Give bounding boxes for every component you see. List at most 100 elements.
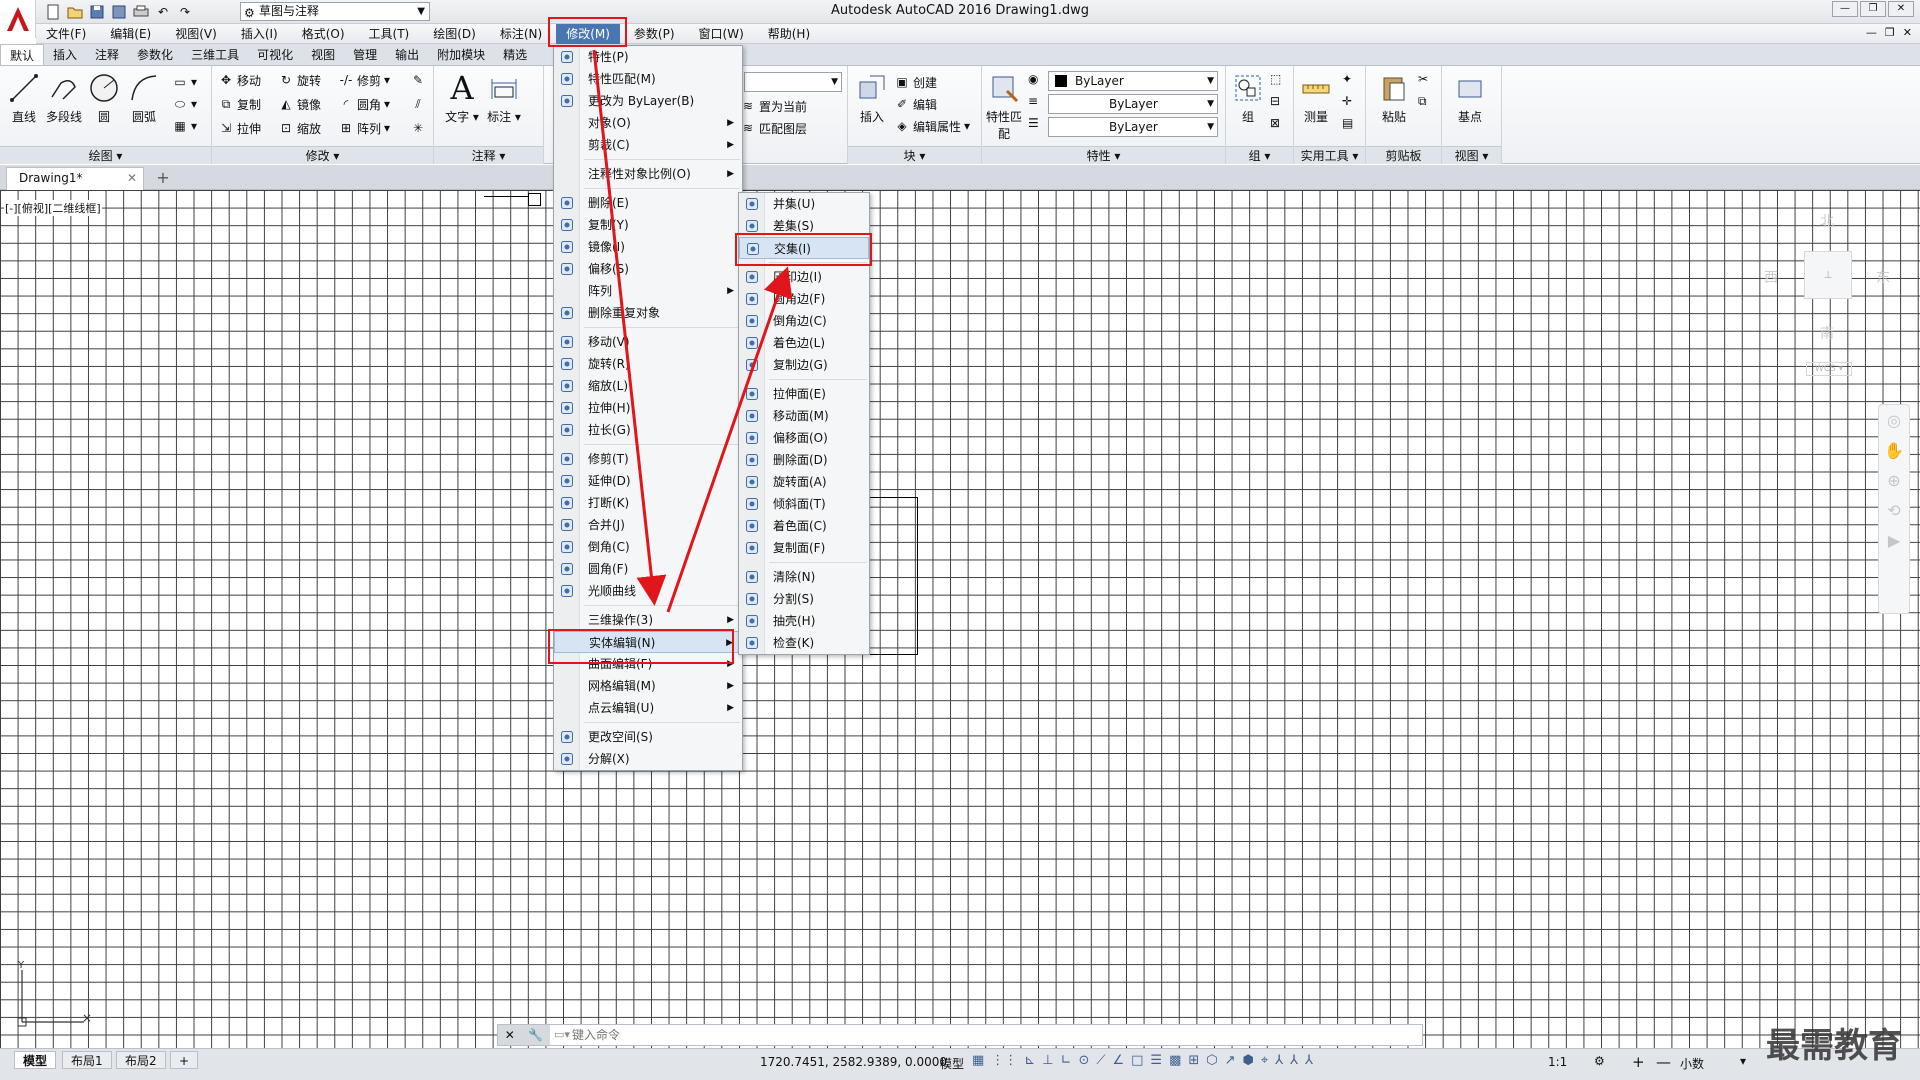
cut-icon[interactable]: ✂ — [1418, 72, 1428, 86]
quick-select-icon[interactable]: ✦ — [1342, 72, 1352, 86]
properties-panel-title[interactable]: 特性 ▾ — [982, 146, 1225, 164]
object-snap-tracking-icon[interactable]: ∠ — [1112, 1053, 1124, 1068]
copy-clip-icon[interactable]: ⧉ — [1418, 94, 1427, 109]
solid-edit-item-1[interactable]: 差集(S) — [739, 215, 869, 237]
paste-button[interactable]: 粘贴 — [1372, 70, 1416, 125]
solid-edit-item-0[interactable]: 并集(U) — [739, 193, 869, 215]
modify-menu-item-13[interactable]: 删除重复对象 — [554, 302, 742, 324]
menu-help[interactable]: 帮助(H) — [758, 24, 820, 44]
hatch-tool[interactable]: ▦ ▾ — [172, 116, 197, 136]
menu-insert[interactable]: 插入(I) — [231, 24, 288, 44]
base-point-button[interactable]: 基点 — [1448, 70, 1492, 125]
orbit-icon[interactable]: ⟲ — [1879, 495, 1909, 525]
explode-tool[interactable]: ✳ — [410, 118, 426, 138]
group-edit-icon[interactable]: ⊟ — [1270, 94, 1280, 108]
rotate-tool[interactable]: ↻ 旋转 — [278, 70, 321, 90]
modify-menu-item-31[interactable]: 曲面编辑(F) ▶ — [554, 653, 742, 675]
polyline-button[interactable]: 多段线 — [42, 70, 86, 125]
dimension-button[interactable]: 标注 ▾ — [482, 70, 526, 125]
match-properties-button[interactable]: 特性匹配 — [982, 70, 1026, 142]
viewcube-east[interactable]: 东 — [1876, 267, 1890, 287]
modify-menu-item-21[interactable]: 修剪(T) — [554, 448, 742, 470]
menu-parametric[interactable]: 参数(P) — [624, 24, 685, 44]
erase-tool[interactable]: ✎ — [410, 70, 426, 90]
modify-menu-item-35[interactable]: 更改空间(S) — [554, 726, 742, 748]
solid-edit-item-7[interactable]: 着色边(L) — [739, 332, 869, 354]
trim-tool[interactable]: -/- 修剪 ▾ — [338, 70, 390, 90]
modify-menu-item-11[interactable]: 偏移(S) — [554, 258, 742, 280]
modify-menu-item-8[interactable]: 删除(E) — [554, 192, 742, 214]
modify-menu-item-9[interactable]: 复制(Y) — [554, 214, 742, 236]
zoom-icon[interactable]: ⊕ — [1879, 465, 1909, 495]
modify-menu-item-15[interactable]: 移动(V) — [554, 331, 742, 353]
modify-menu-item-30[interactable]: 实体编辑(N) ▶ — [554, 631, 742, 653]
point-icon[interactable]: ✛ — [1342, 94, 1352, 108]
grid-icon[interactable]: ▦ — [972, 1053, 984, 1068]
scale-tool[interactable]: ⊡ 缩放 — [278, 118, 321, 138]
save-icon[interactable] — [88, 3, 106, 21]
menu-tools[interactable]: 工具(T) — [359, 24, 420, 44]
create-block-tool[interactable]: ▣ 创建 — [894, 72, 937, 92]
edit-attribute-tool[interactable]: ◈ 编辑属性 ▾ — [894, 116, 970, 136]
lineweight-toggle-icon[interactable]: ☰ — [1150, 1053, 1162, 1068]
selection-cycling-icon[interactable]: ⊞ — [1188, 1053, 1199, 1068]
text-button[interactable]: A 文字 ▾ — [440, 69, 484, 125]
menu-modify[interactable]: 修改(M) — [556, 24, 620, 44]
restore-button[interactable]: ❐ — [1860, 1, 1886, 17]
measure-button[interactable]: 测量 — [1294, 70, 1338, 125]
tab-manage[interactable]: 管理 — [344, 44, 386, 65]
set-current-layer-tool[interactable]: ≋ 置为当前 — [740, 96, 807, 116]
copy-tool[interactable]: ⧉ 复制 — [218, 94, 261, 114]
annotation-scale-icon[interactable]: ⅄ — [1305, 1053, 1313, 1068]
tab-annotate[interactable]: 注释 — [86, 44, 128, 65]
menu-dimension[interactable]: 标注(N) — [490, 24, 552, 44]
solid-edit-item-22[interactable]: 检查(K) — [739, 632, 869, 654]
ellipse-tool[interactable]: ⬭ ▾ — [172, 94, 197, 114]
units-icon[interactable]: — — [1656, 1053, 1671, 1071]
color-wheel-icon[interactable]: ◉ — [1028, 72, 1038, 86]
clipboard-panel-title[interactable]: 剪贴板 — [1366, 146, 1441, 164]
tab-view[interactable]: 视图 — [302, 44, 344, 65]
menu-draw[interactable]: 绘图(D) — [423, 24, 486, 44]
group-button[interactable]: 组 — [1226, 70, 1270, 125]
solid-edit-item-10[interactable]: 拉伸面(E) — [739, 383, 869, 405]
doc-close-button[interactable]: ✕ — [1903, 26, 1912, 39]
color-select[interactable]: ByLayer ▼ — [1048, 71, 1218, 91]
calculator-icon[interactable]: ▤ — [1342, 116, 1353, 130]
solid-edit-item-6[interactable]: 倒角边(C) — [739, 310, 869, 332]
steering-wheel-icon[interactable]: ◎ — [1879, 405, 1909, 435]
selection-filter-icon[interactable]: ⬢ — [1243, 1053, 1254, 1068]
layer-select[interactable]: ▼ — [744, 72, 842, 92]
solid-edit-item-8[interactable]: 复制边(G) — [739, 354, 869, 376]
dynamic-input-icon[interactable]: ⊥ — [1042, 1053, 1053, 1068]
edit-block-tool[interactable]: ✐ 编辑 — [894, 94, 937, 114]
drawn-line[interactable] — [484, 196, 532, 218]
tab-parametric[interactable]: 参数化 — [128, 44, 182, 65]
model-space-toggle[interactable]: 模型 — [940, 1055, 964, 1072]
modify-menu-item-32[interactable]: 网格编辑(M) ▶ — [554, 675, 742, 697]
tab-output[interactable]: 输出 — [386, 44, 428, 65]
menu-view[interactable]: 视图(V) — [165, 24, 227, 44]
group-select-icon[interactable]: ⊠ — [1270, 116, 1280, 130]
modify-panel-title[interactable]: 修改 ▾ — [212, 146, 433, 164]
solid-edit-item-15[interactable]: 倾斜面(T) — [739, 493, 869, 515]
polar-tracking-icon[interactable]: ⊙ — [1078, 1053, 1089, 1068]
viewport-controls[interactable]: [-][俯视][二维线框] — [4, 200, 102, 216]
modify-menu-item-25[interactable]: 倒角(C) — [554, 536, 742, 558]
ortho-icon[interactable]: ∟ — [1061, 1053, 1072, 1068]
new-tab-button[interactable]: + — [152, 168, 174, 188]
plot-icon[interactable] — [132, 3, 150, 21]
new-file-icon[interactable] — [44, 3, 62, 21]
groups-panel-title[interactable]: 组 ▾ — [1226, 146, 1293, 164]
annotation-visibility-icon[interactable]: ⅄ — [1275, 1053, 1283, 1068]
tab-insert[interactable]: 插入 — [44, 44, 86, 65]
solid-edit-item-20[interactable]: 分割(S) — [739, 588, 869, 610]
lineweight-icon[interactable]: ☰ — [1028, 116, 1039, 130]
array-tool[interactable]: ⊞ 阵列 ▾ — [338, 118, 390, 138]
rectangle-tool[interactable]: ▭ ▾ — [172, 72, 197, 92]
menu-format[interactable]: 格式(O) — [292, 24, 355, 44]
wrench-icon[interactable]: 🔧 — [528, 1028, 543, 1042]
modify-menu-item-17[interactable]: 缩放(L) — [554, 375, 742, 397]
modify-menu-item-16[interactable]: 旋转(R) — [554, 353, 742, 375]
modify-menu-item-23[interactable]: 打断(K) — [554, 492, 742, 514]
